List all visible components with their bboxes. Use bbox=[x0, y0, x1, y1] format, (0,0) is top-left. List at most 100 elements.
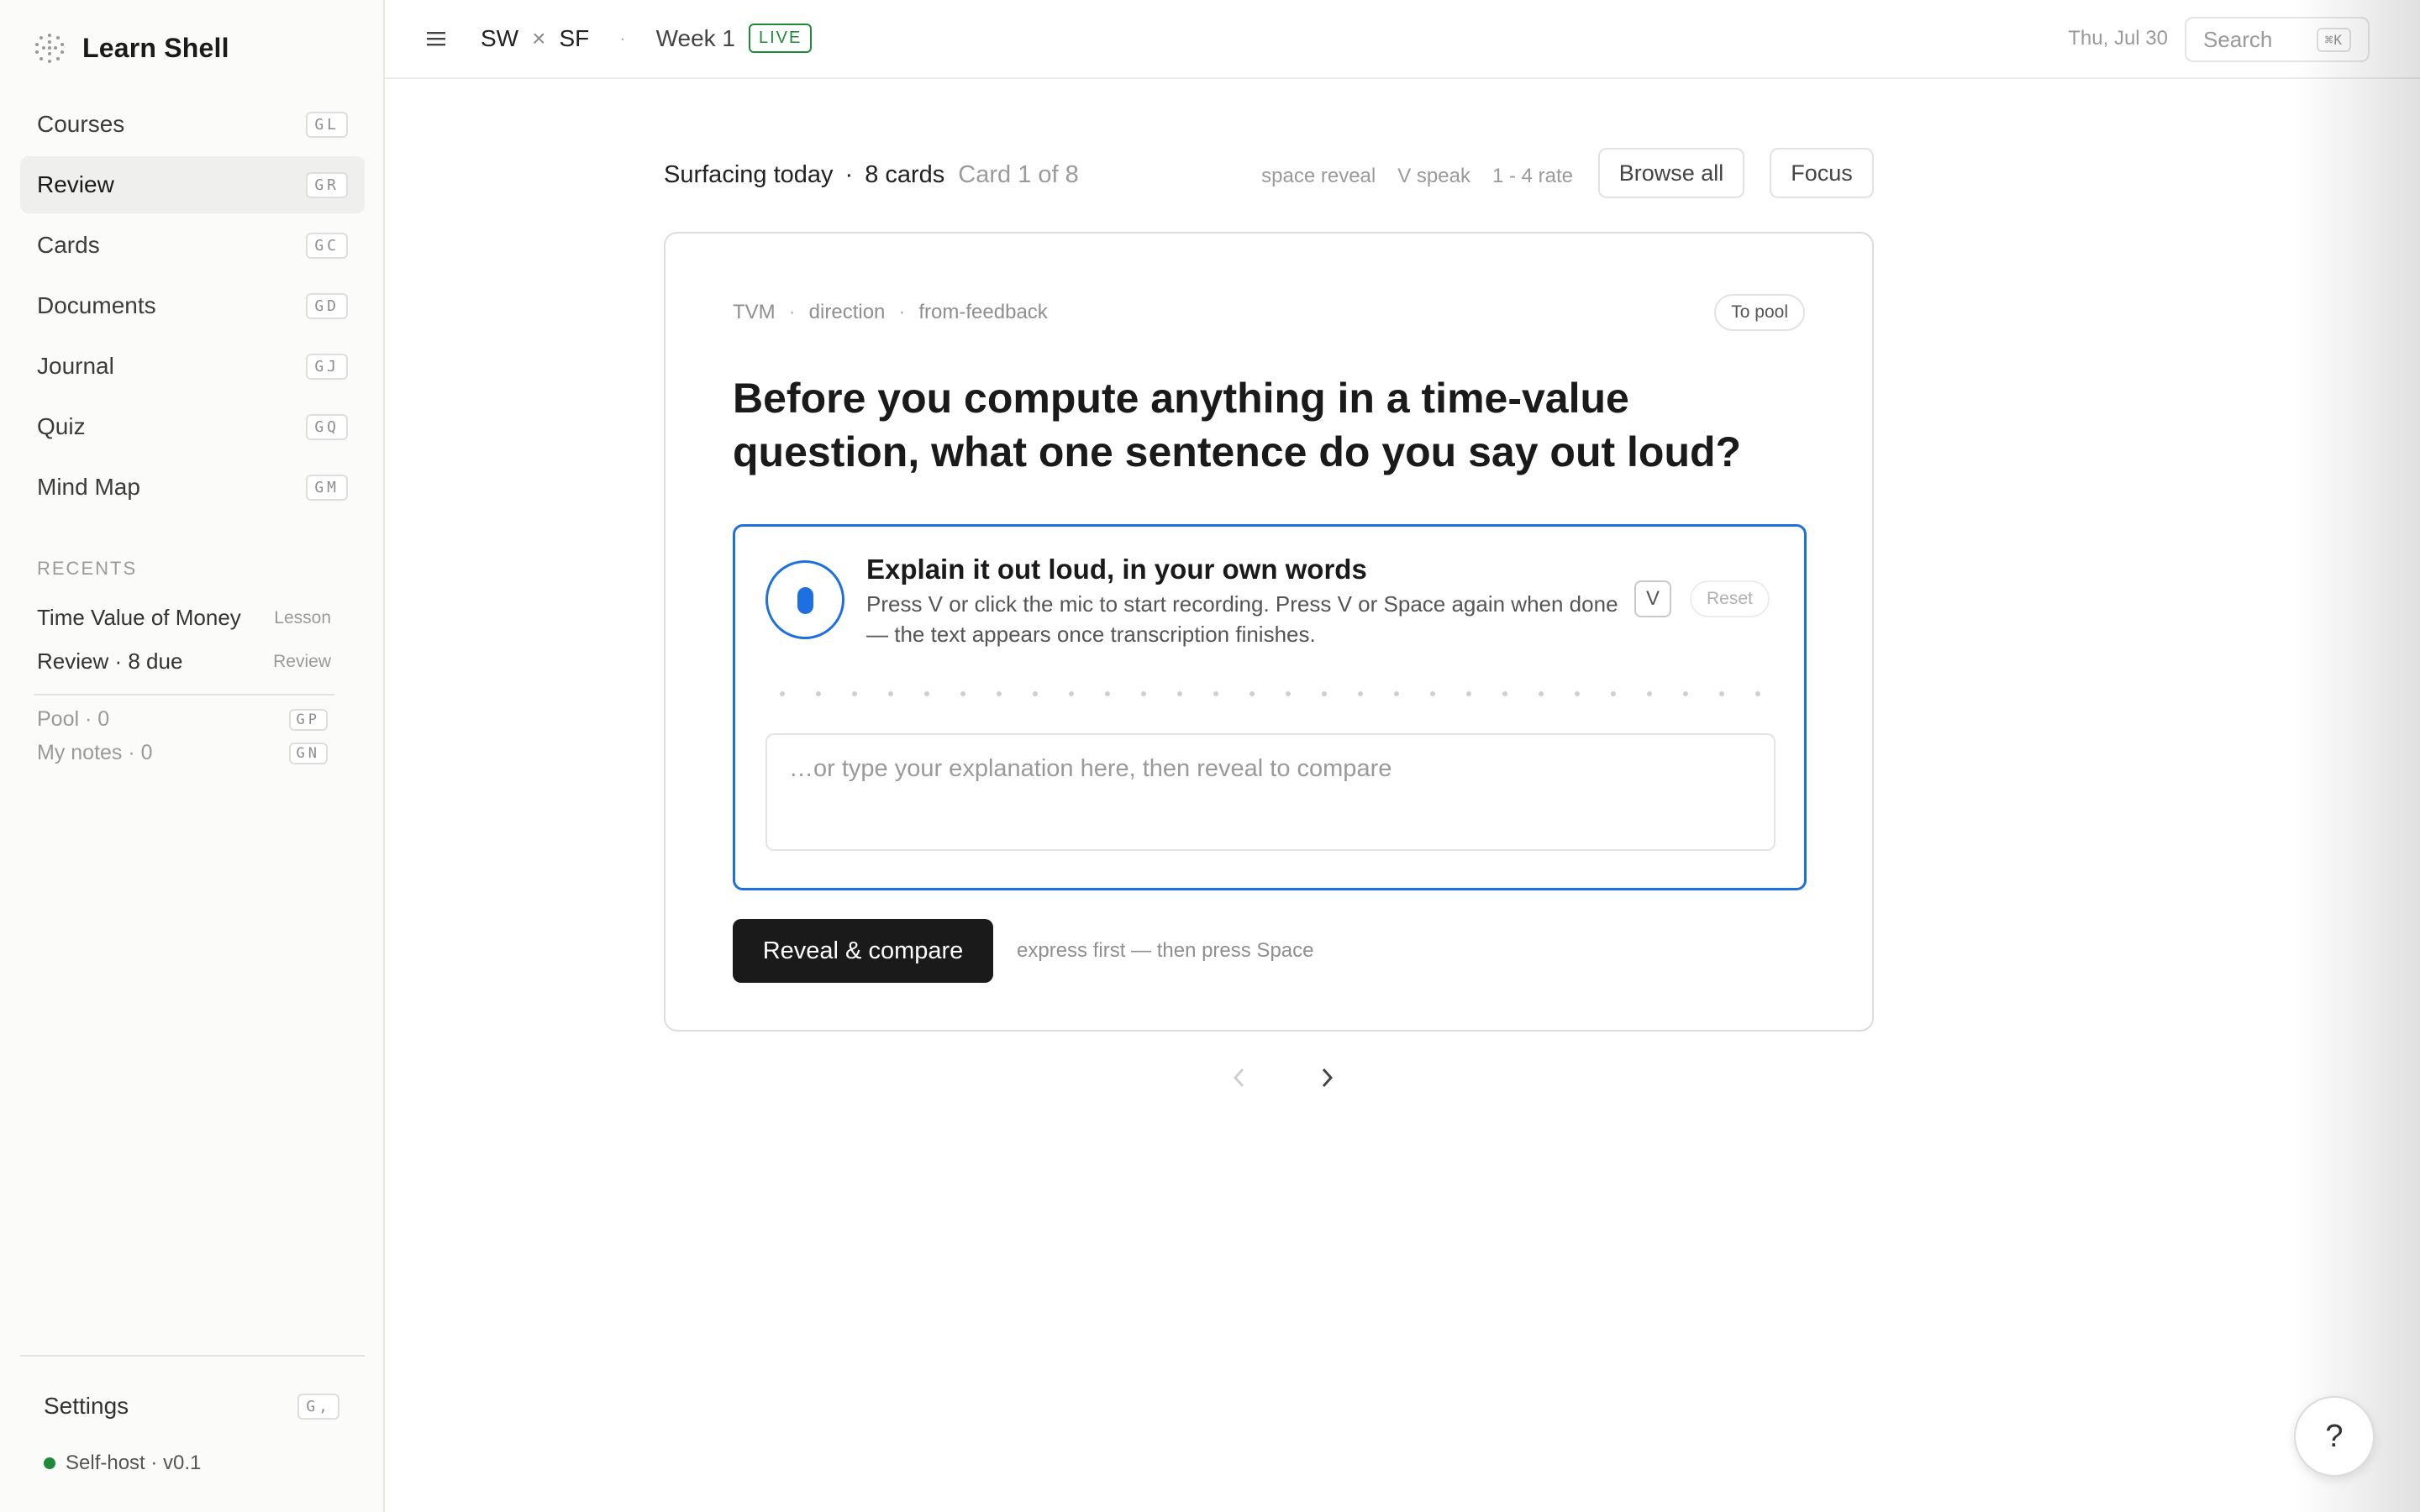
hint-space-reveal: space reveal bbox=[1261, 165, 1376, 187]
sidebar-item-label: Courses bbox=[37, 111, 125, 137]
card-tag: direction bbox=[808, 301, 886, 323]
waveform-dot bbox=[1033, 691, 1038, 696]
waveform-dot bbox=[1069, 691, 1074, 696]
recent-item-review[interactable]: Review · 8 due Review bbox=[37, 648, 331, 675]
chevron-left-icon bbox=[1233, 1068, 1244, 1088]
sidebar-item-settings[interactable]: Settings G, bbox=[44, 1393, 339, 1420]
sidebar-item-cards[interactable]: Cards GC bbox=[20, 217, 365, 274]
current-date: Thu, Jul 30 bbox=[2068, 27, 2168, 50]
sidebar-item-pool[interactable]: Pool · 0 GP bbox=[37, 707, 328, 732]
sidebar-item-quiz[interactable]: Quiz GQ bbox=[20, 398, 365, 455]
sidebar-item-courses[interactable]: Courses GL bbox=[20, 96, 365, 153]
card-tag: TVM bbox=[733, 301, 776, 323]
sidebar-item-review[interactable]: Review GR bbox=[20, 156, 365, 213]
main-area: SW × SF · Week 1 LIVE Thu, Jul 30 Search… bbox=[385, 0, 2420, 1512]
sidebar-item-label: Journal bbox=[37, 353, 114, 379]
waveform-dot bbox=[1430, 691, 1435, 696]
app-window: Learn Shell Courses GL Review GR Cards G… bbox=[0, 0, 2420, 1512]
waveform-dot bbox=[1213, 691, 1218, 696]
card-question: Before you compute anything in a time-va… bbox=[733, 375, 1742, 475]
sidebar-item-label: Mind Map bbox=[37, 474, 140, 500]
hamburger-menu-icon[interactable] bbox=[427, 30, 445, 47]
card-tag: from-feedback bbox=[918, 301, 1048, 323]
shortcut-badge: GN bbox=[288, 742, 328, 764]
card-tag-separator: · bbox=[898, 301, 906, 323]
breadcrumb-course-b[interactable]: SF bbox=[559, 25, 589, 52]
reset-button[interactable]: Reset bbox=[1690, 580, 1770, 617]
card-tags: TVM · direction · from-feedback bbox=[733, 301, 1048, 324]
search-button[interactable]: Search ⌘K bbox=[2185, 17, 2370, 62]
shortcut-badge: GJ bbox=[306, 353, 348, 380]
breadcrumb-course-a[interactable]: SW bbox=[481, 25, 518, 52]
sidebar-item-label: Documents bbox=[37, 292, 156, 318]
breadcrumb-week[interactable]: Week 1 bbox=[656, 25, 735, 52]
host-status-label: Self-host · v0.1 bbox=[66, 1452, 202, 1474]
waveform-dot bbox=[888, 691, 893, 696]
sidebar-item-mind-map[interactable]: Mind Map GM bbox=[20, 459, 365, 516]
waveform-dot bbox=[1502, 691, 1507, 696]
sidebar-item-label: My notes · 0 bbox=[37, 741, 153, 764]
edge-shadow bbox=[2294, 0, 2420, 1512]
live-badge: LIVE bbox=[749, 24, 813, 53]
waveform-dot bbox=[1177, 691, 1182, 696]
speak-title: Explain it out loud, in your own words bbox=[866, 554, 1367, 585]
shortcut-badge: GM bbox=[306, 474, 348, 501]
reveal-hint: express first — then press Space bbox=[1017, 939, 1314, 962]
keyboard-hints: space reveal V speak 1 - 4 rate bbox=[1261, 165, 1573, 188]
waveform-dot bbox=[1683, 691, 1688, 696]
top-bar: SW × SF · Week 1 LIVE Thu, Jul 30 Search… bbox=[385, 0, 2420, 79]
review-card-count: 8 cards bbox=[865, 161, 945, 188]
shortcut-badge: GR bbox=[306, 171, 348, 198]
host-status: Self-host · v0.1 bbox=[44, 1452, 201, 1475]
waveform-dot bbox=[780, 691, 785, 696]
sidebar-footer-divider bbox=[20, 1355, 365, 1357]
shortcut-badge: GP bbox=[288, 708, 328, 731]
sidebar-item-label: Cards bbox=[37, 232, 100, 258]
sidebar-item-journal[interactable]: Journal GJ bbox=[20, 338, 365, 395]
help-button[interactable]: ? bbox=[2294, 1396, 2375, 1477]
shortcut-badge: GQ bbox=[306, 413, 348, 440]
sidebar-divider bbox=[34, 694, 334, 696]
brand[interactable]: Learn Shell bbox=[34, 32, 229, 64]
to-pool-button[interactable]: To pool bbox=[1714, 294, 1805, 331]
hint-v-speak: V speak bbox=[1397, 165, 1470, 187]
shortcut-badge: GD bbox=[306, 292, 348, 319]
shortcut-badge: GL bbox=[306, 111, 348, 138]
browse-all-button[interactable]: Browse all bbox=[1598, 148, 1744, 198]
recent-item-lesson[interactable]: Time Value of Money Lesson bbox=[37, 605, 331, 631]
brand-name: Learn Shell bbox=[82, 32, 229, 63]
status-dot-icon bbox=[44, 1457, 55, 1469]
explanation-input[interactable]: …or type your explanation here, then rev… bbox=[765, 733, 1776, 851]
breadcrumb-separator: · bbox=[619, 27, 626, 49]
card-pager bbox=[1225, 1063, 1341, 1092]
sidebar-item-documents[interactable]: Documents GD bbox=[20, 277, 365, 334]
recent-item-tag: Review bbox=[273, 651, 331, 671]
waveform-dot bbox=[1249, 691, 1255, 696]
search-label: Search bbox=[2203, 26, 2273, 52]
reveal-compare-button[interactable]: Reveal & compare bbox=[733, 919, 993, 983]
previous-card-button[interactable] bbox=[1225, 1063, 1254, 1092]
waveform-dot bbox=[852, 691, 857, 696]
sidebar-item-my-notes[interactable]: My notes · 0 GN bbox=[37, 741, 328, 765]
waveform-dot bbox=[1105, 691, 1110, 696]
mic-button[interactable] bbox=[765, 560, 844, 639]
waveform-dot bbox=[1286, 691, 1291, 696]
waveform-dot bbox=[997, 691, 1002, 696]
sidebar: Learn Shell Courses GL Review GR Cards G… bbox=[0, 0, 385, 1512]
breadcrumb-cross: × bbox=[532, 24, 546, 51]
shortcut-badge: G, bbox=[297, 1393, 339, 1420]
dotted-circle-icon bbox=[35, 34, 64, 63]
recent-item-label: Review · 8 due bbox=[37, 648, 183, 674]
recent-item-label: Time Value of Money bbox=[37, 605, 241, 630]
breadcrumb: SW × SF · Week 1 LIVE bbox=[481, 24, 813, 53]
review-card: TVM · direction · from-feedback To pool Befo… bbox=[664, 232, 1874, 1032]
next-card-button[interactable] bbox=[1313, 1063, 1341, 1092]
speak-description: Press V or click the mic to start record… bbox=[866, 591, 1618, 647]
waveform-dot bbox=[1466, 691, 1471, 696]
waveform-dot bbox=[924, 691, 929, 696]
waveform-dot bbox=[1719, 691, 1724, 696]
focus-button[interactable]: Focus bbox=[1770, 148, 1874, 198]
review-title-bullet: · bbox=[844, 161, 854, 188]
hint-rate: 1 - 4 rate bbox=[1491, 165, 1573, 187]
chevron-right-icon bbox=[1322, 1068, 1334, 1088]
